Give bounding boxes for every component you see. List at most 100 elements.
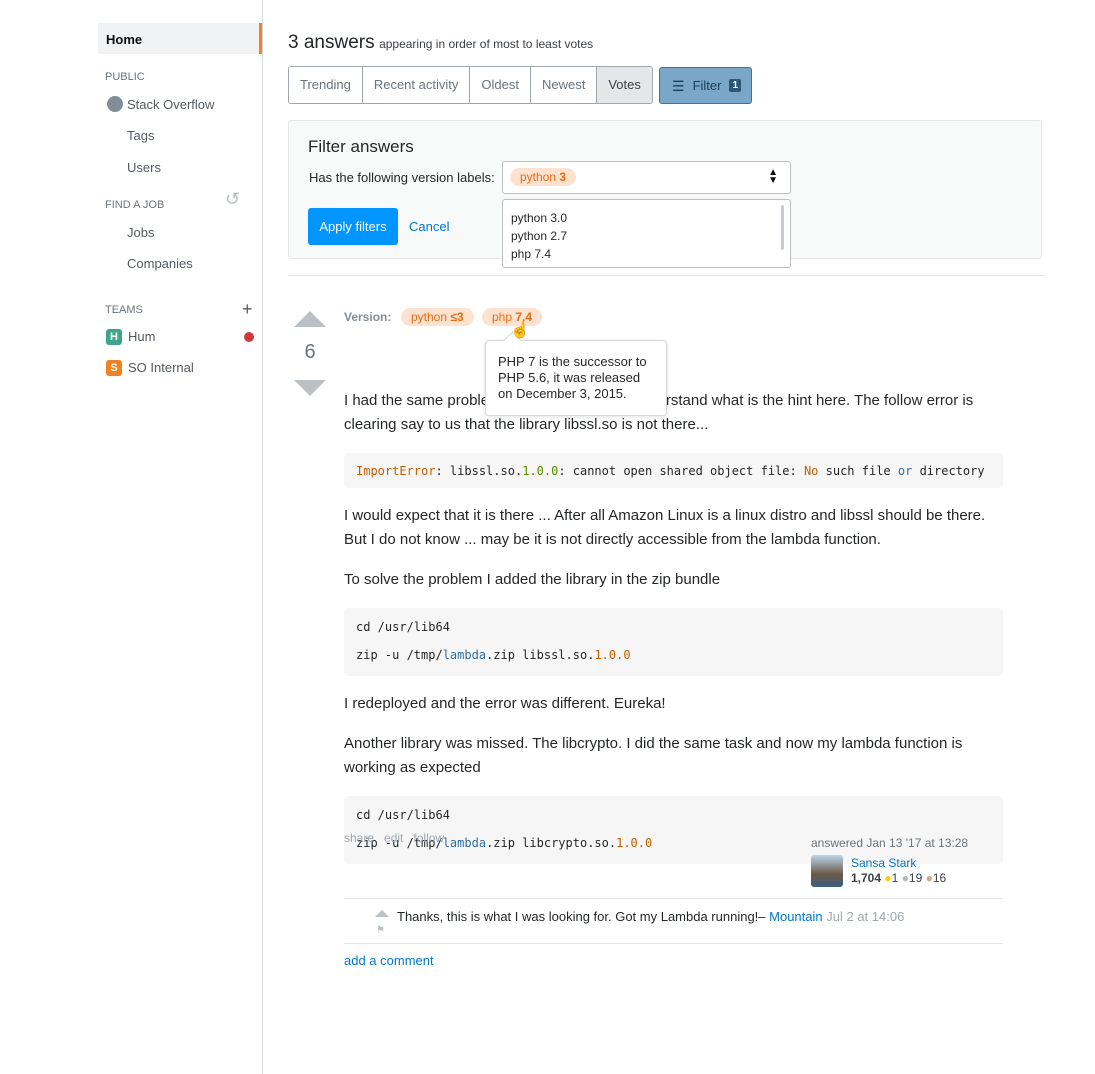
- code-token: ImportError: [356, 464, 436, 478]
- code-block-1: ImportError: libssl.so.1.0.0: cannot ope…: [344, 453, 1003, 488]
- version-tooltip: PHP 7 is the successor to PHP 5.6, it wa…: [485, 340, 667, 416]
- user-avatar[interactable]: [811, 855, 843, 887]
- answer-count: 3 answers: [288, 32, 375, 53]
- tab-trending[interactable]: Trending: [289, 67, 363, 103]
- apply-filters-button[interactable]: Apply filters: [308, 208, 398, 245]
- tab-votes[interactable]: Votes: [597, 67, 652, 103]
- selected-version-tag[interactable]: python 3: [510, 168, 577, 186]
- sidebar-heading-public: PUBLIC: [105, 71, 145, 83]
- answers-header: 3 answers appearing in order of most to …: [288, 32, 593, 54]
- answer-order-note: appearing in order of most to least vote…: [379, 37, 594, 51]
- code-token: cd /usr/lib64: [356, 620, 450, 634]
- filter-count-badge: 1: [729, 79, 742, 92]
- select-arrows-icon: ▲ ▼: [768, 167, 778, 186]
- team-so-internal-icon: S: [106, 360, 122, 376]
- code-token: 1.0.0: [616, 836, 653, 850]
- bronze-badge-icon: ●: [925, 871, 933, 885]
- comments-divider-bottom: [344, 943, 1003, 944]
- hand-cursor-icon: ☝: [510, 322, 530, 339]
- answer-paragraph-4: I redeployed and the error was different…: [344, 695, 666, 712]
- code-token: lambda: [442, 836, 487, 850]
- answer-paragraph-3: To solve the problem I added the library…: [344, 571, 721, 588]
- tag-value: 3: [559, 170, 567, 184]
- reputation-score: 1,704: [851, 871, 882, 885]
- edit-link[interactable]: edit: [384, 831, 403, 845]
- answer-paragraph-5: Another library was missed. The libcrypt…: [344, 735, 963, 776]
- filter-icon: ☰: [672, 77, 685, 94]
- code-token: 1.0.0: [522, 464, 559, 478]
- code-token: lambda: [442, 648, 487, 662]
- code-line: ImportError: libssl.so.1.0.0: cannot ope…: [356, 457, 991, 485]
- code-token: cd /usr/lib64: [356, 808, 450, 822]
- follow-link[interactable]: follow: [413, 831, 444, 845]
- cancel-link[interactable]: Cancel: [409, 219, 449, 234]
- downvote-button[interactable]: [294, 380, 326, 396]
- gold-badge-count: 1: [891, 871, 899, 885]
- sidebar-item-users[interactable]: Users: [127, 160, 161, 175]
- version-labels-label: Has the following version labels:: [309, 170, 495, 185]
- comment-text: Thanks, this is what I was looking for. …: [397, 909, 766, 924]
- silver-badge-icon: ●: [901, 871, 909, 885]
- code-token: No: [803, 464, 819, 478]
- sidebar-item-jobs[interactable]: Jobs: [127, 225, 154, 240]
- option-python-2-7[interactable]: python 2.7: [511, 227, 782, 245]
- filter-panel-title: Filter answers: [308, 137, 414, 156]
- tag-prefix: python: [411, 310, 448, 324]
- sidebar-item-stack-overflow[interactable]: Stack Overflow: [127, 97, 214, 112]
- comment: Thanks, this is what I was looking for. …: [397, 909, 904, 924]
- version-tag-python[interactable]: python ≤3: [401, 308, 474, 326]
- tab-newest[interactable]: Newest: [530, 67, 598, 103]
- code-token: directory: [912, 464, 985, 478]
- code-token: .zip libcrypto.so.: [486, 836, 617, 850]
- code-token: 1.0.0: [594, 648, 631, 662]
- code-line: cd /usr/lib64: [356, 613, 991, 641]
- user-name-link[interactable]: Sansa Stark: [851, 856, 916, 870]
- flag-icon[interactable]: ⚑: [376, 925, 385, 936]
- upvote-button[interactable]: [294, 311, 326, 327]
- code-token: zip -u /tmp/: [356, 648, 443, 662]
- code-block-3: cd /usr/lib64 zip -u /tmp/lambda.zip libc…: [344, 796, 1003, 864]
- version-options-dropdown[interactable]: python 3.0 python 2.7 php 7.4: [502, 199, 791, 268]
- user-reputation: 1,704 ●1 ●19 ●16: [851, 871, 946, 885]
- sidebar-item-home[interactable]: Home: [98, 23, 262, 54]
- option-php-7-4[interactable]: php 7.4: [511, 245, 782, 263]
- gold-badge-icon: ●: [884, 871, 892, 885]
- sidebar-heading-teams: TEAMS: [105, 304, 143, 316]
- sidebar-item-team-hum[interactable]: Hum: [128, 329, 155, 344]
- sidebar-item-companies[interactable]: Companies: [127, 256, 193, 271]
- tab-recent-activity[interactable]: Recent activity: [362, 67, 471, 103]
- comment-upvote-icon[interactable]: [375, 910, 389, 917]
- globe-icon: [107, 96, 123, 112]
- option-python-3-0[interactable]: python 3.0: [511, 209, 782, 227]
- sidebar-item-tags[interactable]: Tags: [127, 128, 154, 143]
- left-sidebar: Home PUBLIC Stack Overflow Tags Users FI…: [0, 0, 263, 1074]
- code-line: zip -u /tmp/lambda.zip libssl.so.1.0.0: [356, 641, 991, 669]
- comment-date: Jul 2 at 14:06: [826, 909, 905, 924]
- version-labels-select[interactable]: python 3 ▲ ▼: [502, 161, 791, 194]
- add-team-icon[interactable]: +: [242, 299, 253, 320]
- divider: [288, 275, 1045, 276]
- notification-dot: [244, 332, 254, 342]
- silver-badge-count: 19: [908, 871, 923, 885]
- vote-count: 6: [304, 341, 316, 363]
- answer-paragraph-1: I had the same problem and I did not rea…: [344, 392, 974, 433]
- filter-button[interactable]: ☰ Filter 1: [659, 67, 752, 104]
- code-token: such file: [818, 464, 898, 478]
- share-link[interactable]: share: [344, 831, 374, 845]
- sidebar-item-team-so-internal[interactable]: SO Internal: [128, 360, 194, 375]
- tag-value: ≤3: [450, 310, 464, 324]
- answer-paragraph-2: I would expect that it is there ... Afte…: [344, 507, 986, 548]
- sidebar-heading-jobs: FIND A JOB: [105, 199, 165, 211]
- code-block-2: cd /usr/lib64 zip -u /tmp/lambda.zip libs…: [344, 608, 1003, 676]
- tab-oldest[interactable]: Oldest: [470, 67, 531, 103]
- dropdown-scrollbar[interactable]: [781, 205, 784, 250]
- tag-prefix: python: [520, 170, 557, 184]
- comment-user-link[interactable]: Mountain: [769, 909, 822, 924]
- history-icon[interactable]: ↺: [225, 189, 240, 210]
- version-label: Version:: [344, 310, 392, 324]
- code-token: .zip libssl.so.: [486, 648, 595, 662]
- post-menu: share edit follow: [344, 831, 444, 845]
- add-comment-link[interactable]: add a comment: [344, 953, 434, 968]
- sort-tabs: Trending Recent activity Oldest Newest V…: [288, 66, 653, 104]
- code-line: cd /usr/lib64: [356, 801, 991, 829]
